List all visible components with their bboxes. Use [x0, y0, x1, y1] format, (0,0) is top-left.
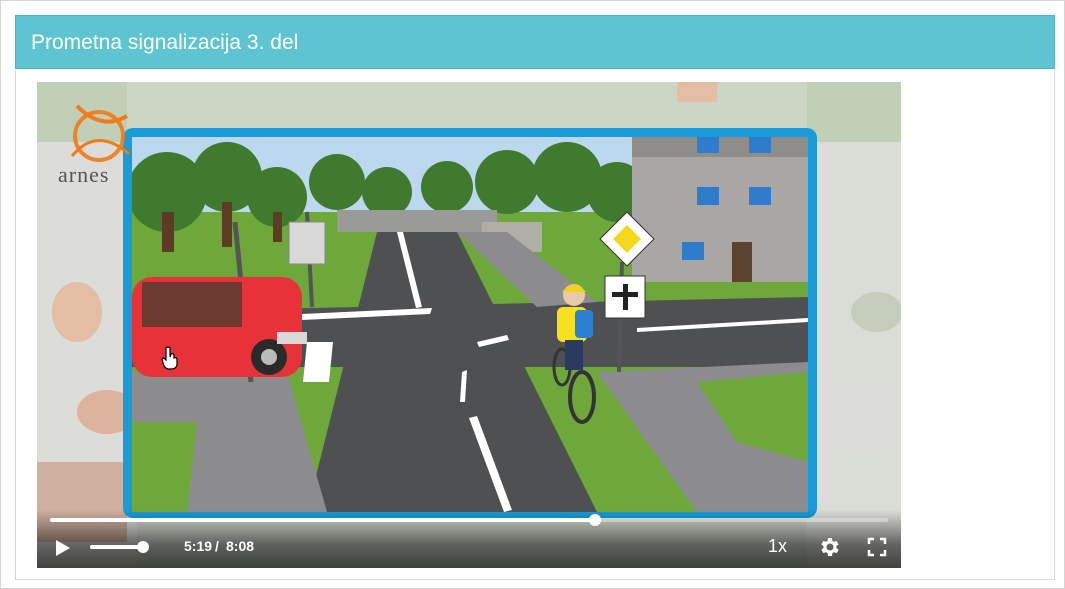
gear-icon[interactable]: [817, 535, 841, 559]
volume-slider[interactable]: [90, 541, 150, 553]
page-title: Prometna signalizacija 3. del: [31, 31, 299, 54]
progress-bar[interactable]: [50, 514, 888, 526]
playback-speed-button[interactable]: 1x: [768, 536, 787, 557]
volume-handle[interactable]: [137, 541, 150, 553]
hand-cursor-icon: [161, 346, 178, 370]
page-header: Prometna signalizacija 3. del: [15, 15, 1055, 69]
fullscreen-icon[interactable]: [866, 536, 888, 558]
video-player[interactable]: arnes 5:19 / 8:08 1x: [37, 82, 901, 568]
current-time: 5:19: [184, 538, 213, 554]
progress-handle[interactable]: [588, 514, 601, 526]
video-frame: [37, 82, 901, 568]
logo-text: arnes: [58, 162, 110, 187]
progress-fill: [50, 518, 595, 522]
play-icon[interactable]: [51, 537, 73, 559]
volume-fill: [90, 545, 144, 549]
time-separator: /: [215, 538, 219, 554]
video-controls: 5:19 / 8:08 1x: [37, 510, 901, 568]
duration: 8:08: [226, 538, 255, 554]
